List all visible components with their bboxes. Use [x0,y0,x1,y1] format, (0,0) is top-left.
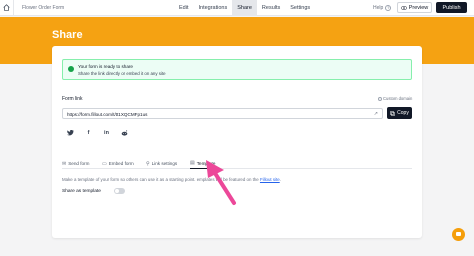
tab-template[interactable]: ▤ Template [190,158,216,169]
preview-label: Preview [408,4,429,11]
chat-icon [456,232,461,236]
nav-settings[interactable]: Settings [285,0,315,16]
success-alert: Your form is ready to share Share the li… [62,59,412,80]
help-link[interactable]: Help? [373,0,392,16]
share-as-template-toggle[interactable] [114,188,125,194]
nav-integrations[interactable]: Integrations [193,0,232,16]
tab-send-form-label: Send form [68,161,90,166]
link-icon: ⚲ [146,160,150,167]
share-tabs: ✉ Send form ▭ Embed form ⚲ Link settings ▤ T… [62,157,412,169]
preview-button[interactable]: Preview [397,2,432,13]
external-link-icon[interactable]: ↗ [374,111,378,117]
custom-domain-label: Custom domain [383,96,413,101]
template-description: Make a template of your form so others c… [62,177,281,182]
form-link-label: Form link [62,96,83,102]
copy-icon [390,110,395,116]
form-link-input[interactable]: https://form.fillout.com/t/tt1XQCMFp1us … [62,108,383,119]
page-title: Share [52,29,83,41]
globe-icon [378,96,382,101]
tab-template-label: Template [196,160,216,166]
nav-results[interactable]: Results [257,0,285,16]
form-name[interactable]: Flower Order Form [22,5,64,11]
send-icon: ✉ [62,160,67,167]
help-icon: ? [385,4,392,11]
twitter-icon[interactable] [66,128,75,137]
nav-share[interactable]: Share [232,0,257,16]
template-description-end: emplates will be featured on the [196,177,260,182]
monitor-icon: ▭ [102,160,107,167]
main-nav: Edit Integrations Share Results Settings [174,0,315,16]
tab-embed-form-label: Embed form [108,161,134,166]
check-circle-icon [68,66,74,72]
share-as-template-label: Share as template [62,189,101,194]
template-description-start: Make a template of your form so others c… [62,177,197,182]
chat-widget-button[interactable] [452,228,465,241]
facebook-icon[interactable]: f [84,128,93,137]
share-card: Your form is ready to share Share the li… [52,46,422,238]
toggle-knob [115,189,119,193]
copy-button[interactable]: Copy [387,107,412,119]
fillout-site-link[interactable]: Fillout site [260,177,280,182]
alert-message: Share the link directly or embed it on a… [78,71,166,76]
copy-label: Copy [397,110,409,116]
linkedin-icon[interactable]: in [102,128,111,137]
eye-icon [400,5,407,10]
tab-embed-form[interactable]: ▭ Embed form [102,158,134,169]
reddit-icon[interactable] [120,128,129,137]
home-button[interactable] [0,0,14,16]
tab-send-form[interactable]: ✉ Send form [62,158,89,169]
home-icon [3,4,10,11]
template-icon: ▤ [190,160,195,166]
tab-link-settings[interactable]: ⚲ Link settings [146,158,177,169]
help-label: Help [373,5,384,11]
nav-edit[interactable]: Edit [174,0,193,16]
form-link-url: https://form.fillout.com/t/tt1XQCMFp1us [67,111,148,117]
alert-title: Your form is ready to share [78,64,133,69]
social-share-row: f in [66,128,129,137]
tab-link-settings-label: Link settings [151,161,178,166]
publish-button[interactable]: Publish [436,2,467,13]
custom-domain-link[interactable]: Custom domain [378,96,412,101]
